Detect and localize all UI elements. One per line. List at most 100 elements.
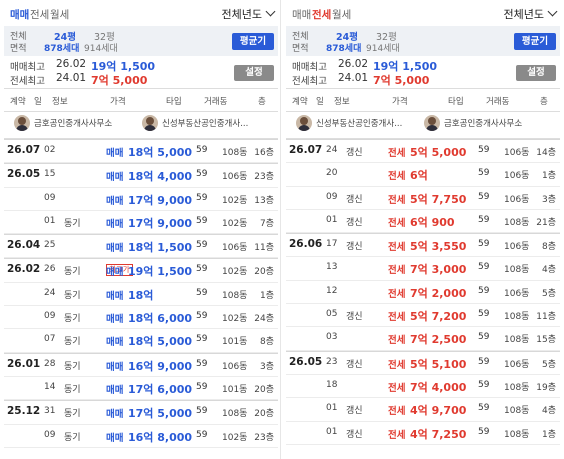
col-price[interactable]: 가격 (392, 95, 408, 107)
row-building: 102동 (222, 432, 248, 443)
row-deal-type: 전세 (388, 148, 406, 159)
agent-item[interactable]: 신성부동산공인중개사... (296, 115, 402, 135)
table-row[interactable]: 01 갱신 전세 4억 7,250 59 108동 1층 (286, 422, 560, 445)
settings-button[interactable]: 설정 (234, 65, 274, 81)
table-row[interactable]: 07 동기 매매 18억 5,000 59 101동 8층 (4, 329, 278, 353)
table-row[interactable]: 20 전세 6억 59 106동 1층 (286, 163, 560, 187)
row-deal-type: 전세 (388, 242, 406, 254)
row-floor: 8층 (541, 242, 556, 253)
row-building: 106동 (504, 194, 530, 205)
tab-monthly[interactable]: 월세 (332, 7, 351, 22)
row-building: 108동 (504, 335, 530, 346)
year-select-label: 전체년도 (503, 8, 544, 21)
row-day: 18 (326, 379, 338, 390)
price-label: 매매최고 (10, 62, 45, 73)
col-floor[interactable]: 층 (540, 95, 548, 107)
table-row[interactable]: 18 전세 7억 4,000 59 108동 19층 (286, 375, 560, 399)
col-contract[interactable]: 계약 (10, 95, 26, 107)
col-floor-info[interactable]: 거래동 (204, 95, 227, 107)
row-day: 02 (44, 145, 56, 155)
tab-sale[interactable]: 매매 (10, 7, 29, 22)
agent-item[interactable]: 금호공인중개사사무소 (424, 115, 522, 135)
row-type: 59 (478, 309, 490, 320)
settings-button[interactable]: 설정 (516, 65, 556, 81)
agent-item[interactable]: 신성부동산공인중개사... (142, 115, 248, 135)
year-select-label: 전체년도 (221, 8, 262, 21)
table-row[interactable]: 03 전세 7억 2,500 59 108동 15층 (286, 327, 560, 351)
col-day[interactable]: 일 (34, 95, 42, 107)
row-price: 7억 4,000 (410, 380, 467, 394)
row-day: 24 (326, 145, 338, 155)
table-row[interactable]: 26.05 23 갱신 전세 5억 5,100 59 106동 5층 (286, 350, 560, 375)
table-row[interactable]: 01 동기 매매 17억 9,000 59 102동 7층 (4, 211, 278, 235)
row-floor: 20층 (254, 384, 274, 395)
table-row[interactable]: 26.05 15 매매 18억 4,000 59 106동 23층 (4, 163, 278, 188)
agent-item[interactable]: 금호공인중개사사무소 (14, 115, 112, 135)
row-floor: 20층 (254, 409, 274, 420)
col-day[interactable]: 일 (316, 95, 324, 107)
table-row[interactable]: 25.12 31 동기 매매 17억 5,000 59 108동 20층 (4, 400, 278, 425)
row-building: 108동 (222, 290, 248, 301)
table-row[interactable]: 12 전세 7억 2,000 59 106동 5층 (286, 281, 560, 305)
row-deal-type: 전세 (388, 312, 406, 324)
table-row[interactable]: 09 동기 매매 16억 8,000 59 102동 23층 (4, 425, 278, 448)
row-building: 108동 (222, 409, 248, 420)
left-panel: 매매 전세 월세 전체년도 전체 면적 24평 878세대 32평 914세대 평균기 매매최고 26.… (4, 0, 278, 459)
row-day: 01 (326, 426, 338, 437)
col-floor-info[interactable]: 거래동 (486, 95, 509, 107)
row-type: 59 (196, 358, 208, 369)
table-row[interactable]: 09 갱신 전세 5억 7,750 59 106동 3층 (286, 187, 560, 210)
average-button[interactable]: 평균기 (232, 33, 274, 50)
row-type: 59 (196, 145, 208, 155)
row-type: 59 (196, 287, 208, 298)
tab-jeonse[interactable]: 전세 (312, 7, 331, 22)
table-row[interactable]: 26.06 17 갱신 전세 5억 3,550 59 106동 8층 (286, 233, 560, 258)
row-price: 18억 6,000 (128, 312, 193, 326)
row-building: 106동 (504, 171, 530, 182)
row-year-month: 25.12 (7, 405, 41, 418)
average-button[interactable]: 평균기 (514, 33, 556, 50)
year-select[interactable]: 전체년도 (221, 6, 276, 22)
row-day: 25 (44, 240, 56, 251)
col-info[interactable]: 정보 (334, 95, 350, 107)
tab-monthly[interactable]: 월세 (50, 7, 69, 22)
table-row[interactable]: 13 전세 7억 3,000 59 108동 4층 (286, 257, 560, 281)
row-type: 59 (196, 429, 208, 440)
row-floor: 11층 (536, 312, 556, 323)
row-price: 18억 (128, 288, 154, 302)
tab-sale[interactable]: 매매 (292, 7, 311, 22)
table-row[interactable]: 24 동기 매매 18억 59 108동 1층 (4, 283, 278, 307)
col-type[interactable]: 타입 (448, 95, 464, 107)
table-row[interactable]: 26.02 26 동기 최고가 매매 19억 1,500 59 102동 20층 (4, 258, 278, 283)
row-info: 갱신 (346, 242, 363, 253)
row-day: 14 (44, 381, 56, 392)
col-floor[interactable]: 층 (258, 95, 266, 107)
row-building: 106동 (222, 172, 248, 183)
row-price: 16억 8,000 (128, 430, 193, 444)
table-row[interactable]: 26.01 28 동기 매매 16억 9,000 59 106동 3층 (4, 352, 278, 377)
table-row[interactable]: 26.07 02 매매 18억 5,000 59 108동 16층 (4, 139, 278, 164)
table-row[interactable]: 05 갱신 전세 5억 7,200 59 108동 11층 (286, 304, 560, 328)
table-row[interactable]: 09 동기 매매 18억 6,000 59 102동 24층 (4, 306, 278, 330)
col-contract[interactable]: 계약 (292, 95, 308, 107)
col-type[interactable]: 타입 (166, 95, 182, 107)
row-price: 16억 9,000 (128, 359, 193, 373)
table-row[interactable]: 09 매매 17억 9,000 59 102동 13층 (4, 188, 278, 211)
col-price[interactable]: 가격 (110, 95, 126, 107)
year-select[interactable]: 전체년도 (503, 6, 558, 22)
area-selector: 전체 면적 24평 878세대 32평 914세대 평균기 (286, 26, 560, 56)
row-type: 59 (196, 264, 208, 275)
table-row[interactable]: 01 갱신 전세 4억 9,700 59 108동 4층 (286, 398, 560, 422)
table-row[interactable]: 14 동기 매매 17억 6,000 59 101동 20층 (4, 377, 278, 401)
row-price: 17억 5,000 (128, 407, 193, 421)
row-year-month: 26.05 (289, 355, 323, 368)
table-row[interactable]: 01 갱신 전세 6억 900 59 108동 21층 (286, 210, 560, 234)
table-row[interactable]: 26.04 25 매매 18억 1,500 59 106동 11층 (4, 234, 278, 259)
table-row[interactable]: 26.07 24 갱신 전세 5억 5,000 59 106동 14층 (286, 139, 560, 164)
row-deal-type: 매매 (106, 384, 124, 396)
col-info[interactable]: 정보 (52, 95, 68, 107)
row-floor: 4층 (541, 265, 556, 276)
price-summary: 매매최고 26.02 19억 1,500 전세최고 24.01 7억 5,000 설정 (286, 56, 560, 89)
row-deal-type: 전세 (388, 265, 406, 277)
tab-jeonse[interactable]: 전세 (30, 7, 49, 22)
